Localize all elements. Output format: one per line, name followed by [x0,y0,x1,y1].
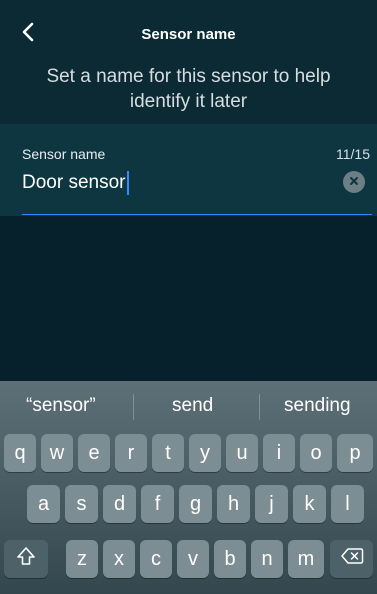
key-p[interactable]: p [337,434,373,472]
key-i[interactable]: i [263,434,295,472]
input-text: Door sensor [22,172,126,193]
sensor-name-field[interactable] [0,124,377,216]
suggestion-sending[interactable]: sending [284,395,351,417]
key-r[interactable]: r [115,434,147,472]
key-e[interactable]: e [78,434,110,472]
key-f[interactable]: f [141,485,174,523]
key-n[interactable]: n [251,540,283,578]
suggestion-sensor[interactable]: “sensor” [26,395,96,417]
key-z[interactable]: z [66,540,98,578]
key-b[interactable]: b [214,540,246,578]
field-label: Sensor name [22,146,106,162]
key-h[interactable]: h [217,485,250,523]
backspace-key[interactable] [330,540,373,578]
key-g[interactable]: g [179,485,212,523]
key-u[interactable]: u [226,434,258,472]
key-j[interactable]: j [255,485,288,523]
key-k[interactable]: k [293,485,326,523]
suggestion-divider [133,394,134,420]
key-l[interactable]: l [331,485,364,523]
clear-input-button[interactable] [343,171,365,193]
key-s[interactable]: s [65,485,98,523]
shift-key[interactable] [4,540,48,578]
suggestion-divider [259,394,260,420]
key-m[interactable]: m [288,540,324,578]
page-subtitle: Set a name for this sensor to help ident… [46,66,331,112]
key-w[interactable]: w [41,434,73,472]
text-caret [126,171,129,195]
key-x[interactable]: x [103,540,135,578]
key-o[interactable]: o [300,434,332,472]
key-d[interactable]: d [103,485,136,523]
keyboard: “sensor” send sending q w e r t y u i o … [0,381,377,594]
key-a[interactable]: a [27,485,60,523]
header: Sensor name Set a name for this sensor t… [0,0,377,124]
backspace-icon [340,547,364,571]
page-title: Sensor name [141,26,236,43]
input-underline [22,214,372,215]
suggestion-send[interactable]: send [172,395,213,417]
sensor-name-input[interactable]: Door sensor [22,171,129,195]
clear-circle-icon [349,173,359,191]
key-y[interactable]: y [189,434,221,472]
key-t[interactable]: t [152,434,184,472]
key-q[interactable]: q [4,434,36,472]
shift-icon [16,546,36,572]
character-counter: 11/15 [336,146,370,162]
key-v[interactable]: v [177,540,209,578]
key-c[interactable]: c [140,540,172,578]
